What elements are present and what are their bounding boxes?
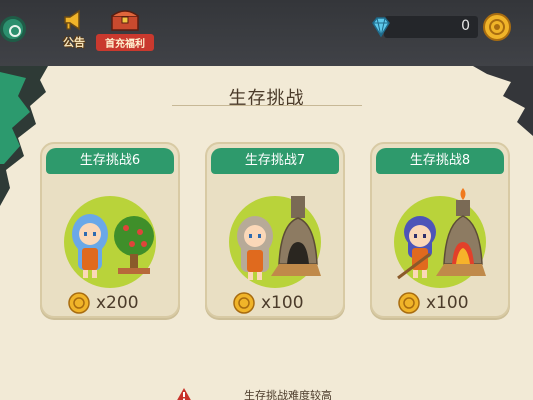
gold-coin-icon xyxy=(68,292,90,314)
warning-icon xyxy=(177,388,191,400)
cost-amount: x100 xyxy=(261,293,304,313)
gem-count: 0 xyxy=(461,18,470,34)
card-title: 生存挑战8 xyxy=(376,148,504,174)
first-recharge-button[interactable]: 首充福利 xyxy=(96,4,154,51)
panel-title: 生存挑战 xyxy=(228,88,305,109)
first-recharge-label: 首充福利 xyxy=(96,34,154,51)
diamond-icon xyxy=(372,17,390,38)
notice-button[interactable]: 公告 xyxy=(54,6,94,50)
character-with-furnace-illustration xyxy=(394,188,486,288)
challenge-cost: x100 xyxy=(390,292,494,314)
character-with-kiln-illustration xyxy=(229,196,321,288)
gold-coin-icon[interactable] xyxy=(482,12,512,42)
title-divider xyxy=(172,105,362,106)
difficulty-warning: 生存挑战难度较高 xyxy=(176,388,366,400)
challenge-cost: x100 xyxy=(225,292,329,314)
treasure-chest-icon xyxy=(111,10,139,31)
megaphone-icon xyxy=(64,9,80,31)
survival-challenge-panel: 生存挑战 生存挑战6 x200 生存挑战7 x100 生存挑战8 x100 生存… xyxy=(0,66,533,400)
character-with-fruit-tree-illustration xyxy=(64,196,156,288)
menu-button[interactable] xyxy=(0,16,26,42)
notice-label: 公告 xyxy=(63,36,85,49)
warning-text: 生存挑战难度较高 xyxy=(244,389,332,400)
gem-counter: 0 xyxy=(368,14,480,40)
challenge-card-8[interactable]: 生存挑战8 x100 xyxy=(370,142,510,318)
challenge-card-7[interactable]: 生存挑战7 x100 xyxy=(205,142,345,318)
cost-amount: x200 xyxy=(96,293,139,313)
card-title: 生存挑战6 xyxy=(46,148,174,174)
challenge-cost: x200 xyxy=(60,292,164,314)
challenge-card-6[interactable]: 生存挑战6 x200 xyxy=(40,142,180,318)
cost-amount: x100 xyxy=(426,293,469,313)
gold-coin-icon xyxy=(233,292,255,314)
gold-coin-icon xyxy=(398,292,420,314)
card-title: 生存挑战7 xyxy=(211,148,339,174)
top-bar: 公告 首充福利 0 xyxy=(0,0,533,66)
